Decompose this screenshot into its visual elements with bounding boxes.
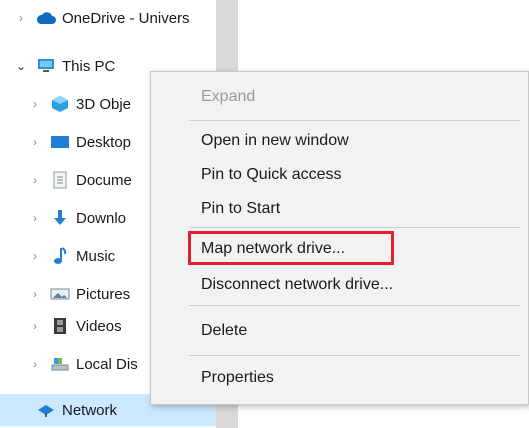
pictures-icon bbox=[50, 285, 70, 303]
chevron-right-icon[interactable]: › bbox=[28, 211, 42, 225]
menu-item-disconnect-network-drive[interactable]: Disconnect network drive... bbox=[151, 270, 528, 300]
tree-item-onedrive[interactable]: › OneDrive - Univers bbox=[0, 2, 216, 34]
menu-item-properties[interactable]: Properties bbox=[151, 363, 528, 393]
tree-item-label: Network bbox=[62, 401, 118, 419]
tree-item-label: Music bbox=[76, 247, 116, 265]
chevron-right-icon[interactable]: › bbox=[28, 287, 42, 301]
cloud-icon bbox=[36, 9, 56, 27]
tree-item-label: This PC bbox=[62, 57, 116, 75]
menu-separator bbox=[189, 227, 520, 228]
chevron-right-icon[interactable]: › bbox=[14, 11, 28, 25]
menu-item-delete[interactable]: Delete bbox=[151, 316, 528, 346]
menu-separator bbox=[189, 305, 520, 306]
tree-item-label: Videos bbox=[76, 317, 122, 335]
tree-item-label: Downlo bbox=[76, 209, 127, 227]
menu-item-open-in-new-window[interactable]: Open in new window bbox=[151, 126, 528, 156]
chevron-right-icon[interactable]: › bbox=[28, 249, 42, 263]
chevron-down-icon[interactable]: ⌄ bbox=[14, 59, 28, 73]
tree-item-label: Docume bbox=[76, 171, 132, 189]
download-arrow-icon bbox=[50, 209, 70, 227]
tree-item-label: OneDrive - Univers bbox=[62, 9, 190, 27]
chevron-right-icon[interactable]: › bbox=[28, 319, 42, 333]
computer-icon bbox=[36, 57, 56, 75]
cube-icon bbox=[50, 95, 70, 113]
chevron-right-icon[interactable]: › bbox=[28, 97, 42, 111]
tree-item-label: Desktop bbox=[76, 133, 132, 151]
menu-item-pin-to-start[interactable]: Pin to Start bbox=[151, 194, 528, 224]
tree-item-label: Local Dis bbox=[76, 355, 138, 373]
chevron-right-icon[interactable]: › bbox=[28, 357, 42, 371]
film-icon bbox=[50, 317, 70, 335]
chevron-right-icon[interactable]: › bbox=[28, 173, 42, 187]
context-menu: Expand Open in new window Pin to Quick a… bbox=[150, 71, 529, 405]
music-note-icon bbox=[50, 247, 70, 265]
document-icon bbox=[50, 171, 70, 189]
menu-item-expand: Expand bbox=[201, 88, 256, 105]
menu-separator bbox=[189, 355, 520, 356]
network-icon bbox=[36, 401, 56, 419]
menu-separator bbox=[189, 120, 520, 121]
drive-icon bbox=[50, 355, 70, 373]
desktop-icon bbox=[50, 133, 70, 151]
highlight-annotation bbox=[188, 231, 394, 265]
chevron-right-icon[interactable]: › bbox=[28, 135, 42, 149]
tree-item-label: Pictures bbox=[76, 285, 131, 303]
tree-item-label: 3D Obje bbox=[76, 95, 132, 113]
menu-item-pin-to-quick-access[interactable]: Pin to Quick access bbox=[151, 160, 528, 190]
